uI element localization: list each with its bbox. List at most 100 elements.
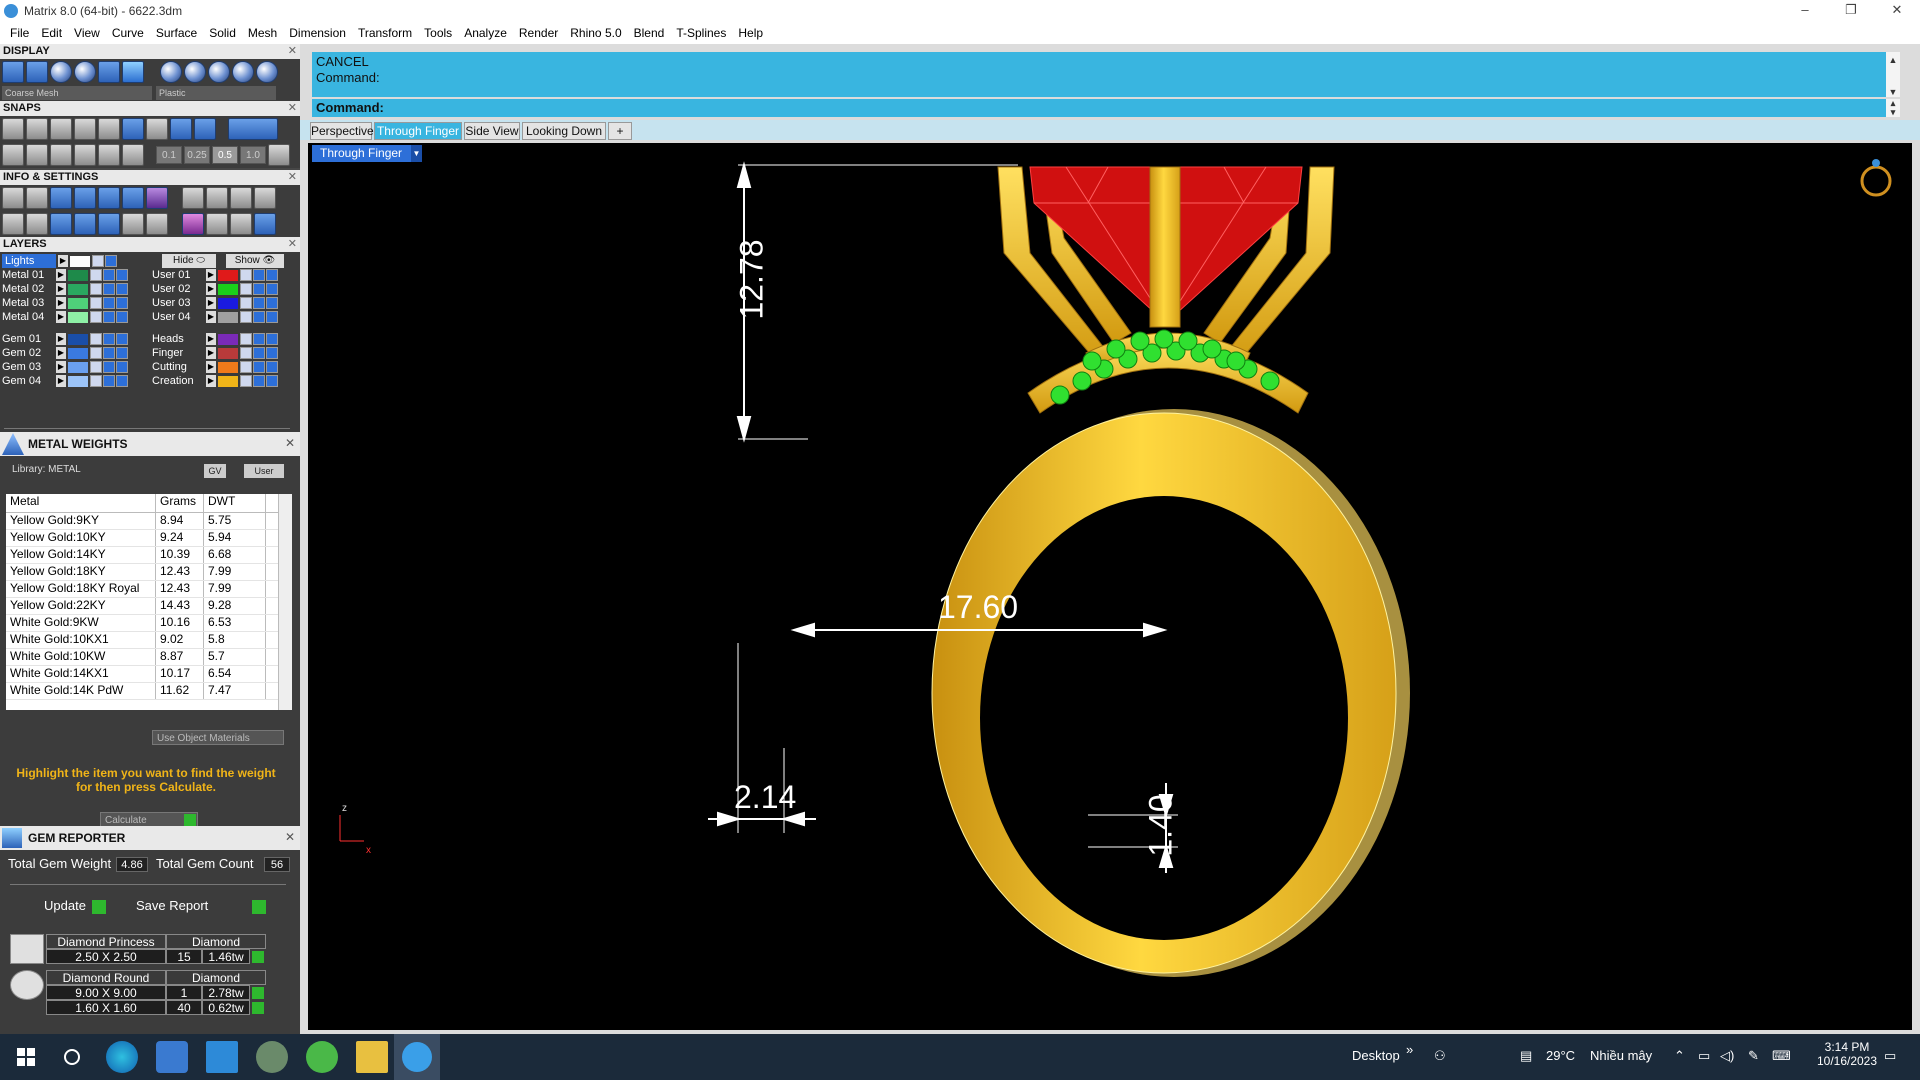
layer-row[interactable]: User 03 ▶ (152, 296, 279, 310)
menu-curve[interactable]: Curve (106, 26, 150, 40)
close-icon[interactable]: ✕ (288, 170, 297, 185)
layer-row[interactable]: User 04 ▶ (152, 310, 279, 324)
select-icon[interactable] (266, 333, 278, 345)
snap-cen-icon[interactable] (98, 118, 120, 140)
menu-blend[interactable]: Blend (628, 26, 671, 40)
display-mode-icon[interactable] (122, 61, 144, 83)
select-icon[interactable] (116, 297, 128, 309)
app-icon[interactable] (306, 1041, 338, 1073)
use-object-materials-checkbox[interactable]: Use Object Materials (152, 730, 284, 745)
layer-row[interactable]: Heads ▶ (152, 332, 279, 346)
lock-icon[interactable] (90, 361, 102, 373)
tool-icon[interactable] (230, 187, 252, 209)
snap-near-icon[interactable] (26, 118, 48, 140)
lock-icon[interactable] (90, 333, 102, 345)
layer-row[interactable]: Creation ▶ (152, 374, 279, 388)
visibility-icon[interactable] (103, 361, 115, 373)
tool-icon[interactable] (206, 213, 228, 235)
visibility-icon[interactable] (103, 375, 115, 387)
material-sphere-icon[interactable] (208, 61, 230, 83)
edge-browser-icon[interactable] (106, 1041, 138, 1073)
close-icon[interactable]: ✕ (285, 436, 295, 450)
menu-rhino5[interactable]: Rhino 5.0 (564, 26, 627, 40)
table-row[interactable]: White Gold:14KX1 10.17 6.54 (6, 666, 292, 683)
table-row[interactable]: Yellow Gold:9KY 8.94 5.75 (6, 513, 292, 530)
layer-color-swatch[interactable] (68, 297, 88, 309)
layer-color-swatch[interactable] (68, 347, 88, 359)
hide-button[interactable]: Hide ⬭ (162, 254, 216, 268)
expand-arrow-icon[interactable]: ▶ (206, 347, 216, 359)
visibility-icon[interactable] (253, 297, 265, 309)
layer-color-swatch[interactable] (218, 347, 238, 359)
weather-text[interactable]: Nhiều mây (1590, 1048, 1652, 1063)
expand-arrow-icon[interactable]: ▶ (206, 375, 216, 387)
snap-int-icon[interactable] (122, 118, 144, 140)
app-icon[interactable] (256, 1041, 288, 1073)
pen-icon[interactable]: ✎ (1748, 1048, 1759, 1064)
layer-row[interactable]: Metal 04 ▶ (2, 310, 129, 324)
expand-arrow-icon[interactable]: ▶ (206, 333, 216, 345)
show-button[interactable]: Show 👁 (226, 254, 284, 268)
close-icon[interactable]: ✕ (288, 101, 297, 116)
snap-size-option[interactable]: 1.0 (240, 146, 266, 164)
tool-icon[interactable] (74, 213, 96, 235)
minimize-button[interactable]: – (1782, 0, 1828, 22)
visibility-icon[interactable] (103, 283, 115, 295)
table-row[interactable]: White Gold:10KW 8.87 5.7 (6, 649, 292, 666)
select-gems-button[interactable] (252, 987, 264, 999)
add-tab-button[interactable]: + (608, 122, 632, 140)
menu-help[interactable]: Help (732, 26, 769, 40)
layer-row[interactable]: Finger ▶ (152, 346, 279, 360)
menu-render[interactable]: Render (513, 26, 564, 40)
tool-icon[interactable] (206, 187, 228, 209)
expand-arrow-icon[interactable]: ▶ (56, 283, 66, 295)
visibility-icon[interactable] (103, 297, 115, 309)
tool-icon[interactable] (254, 213, 276, 235)
material-sphere-icon[interactable] (184, 61, 206, 83)
search-icon[interactable] (56, 1041, 88, 1073)
menu-surface[interactable]: Surface (150, 26, 203, 40)
layer-color-swatch[interactable] (218, 283, 238, 295)
layer-color-swatch[interactable] (68, 283, 88, 295)
command-input[interactable] (388, 100, 1878, 116)
grid-icon[interactable] (2, 144, 24, 166)
ortho-toggle[interactable] (228, 118, 278, 140)
snap-end-icon[interactable] (2, 118, 24, 140)
tool-icon[interactable] (122, 213, 144, 235)
select-icon[interactable] (116, 283, 128, 295)
col-dwt[interactable]: DWT (204, 494, 266, 512)
visibility-icon[interactable] (103, 333, 115, 345)
tool-icon[interactable] (254, 187, 276, 209)
visibility-icon[interactable] (103, 311, 115, 323)
layer-color-swatch[interactable] (218, 375, 238, 387)
material-sphere-icon[interactable] (256, 61, 278, 83)
table-row[interactable]: Yellow Gold:18KY 12.43 7.99 (6, 564, 292, 581)
layers-icon[interactable] (50, 187, 72, 209)
visibility-icon[interactable] (103, 347, 115, 359)
user-toggle[interactable]: User (244, 464, 284, 478)
layer-color-swatch[interactable] (218, 361, 238, 373)
network-icon[interactable]: ▭ (1698, 1048, 1710, 1064)
gv-toggle[interactable]: GV (204, 464, 226, 478)
visibility-icon[interactable] (253, 283, 265, 295)
snap-point-icon[interactable] (50, 118, 72, 140)
table-row[interactable]: Yellow Gold:10KY 9.24 5.94 (6, 530, 292, 547)
lock-icon[interactable] (240, 333, 252, 345)
gumball-icon[interactable] (98, 144, 120, 166)
select-icon[interactable] (116, 375, 128, 387)
expand-arrow-icon[interactable]: ▶ (56, 361, 66, 373)
inspect-icon[interactable] (26, 187, 48, 209)
lock-icon[interactable] (240, 269, 252, 281)
tab-looking-down[interactable]: Looking Down (522, 122, 606, 140)
record-history-icon[interactable] (122, 144, 144, 166)
filter-icon[interactable] (98, 213, 120, 235)
project-icon[interactable] (50, 144, 72, 166)
menu-analyze[interactable]: Analyze (458, 26, 513, 40)
visibility-icon[interactable] (253, 333, 265, 345)
snap-size-option[interactable]: 0.25 (184, 146, 210, 164)
select-icon[interactable] (266, 375, 278, 387)
layer-color-swatch[interactable] (68, 269, 88, 281)
snap-quad-icon[interactable] (194, 118, 216, 140)
layer-row[interactable]: Gem 03 ▶ (2, 360, 129, 374)
expand-arrow-icon[interactable]: ▶ (206, 269, 216, 281)
